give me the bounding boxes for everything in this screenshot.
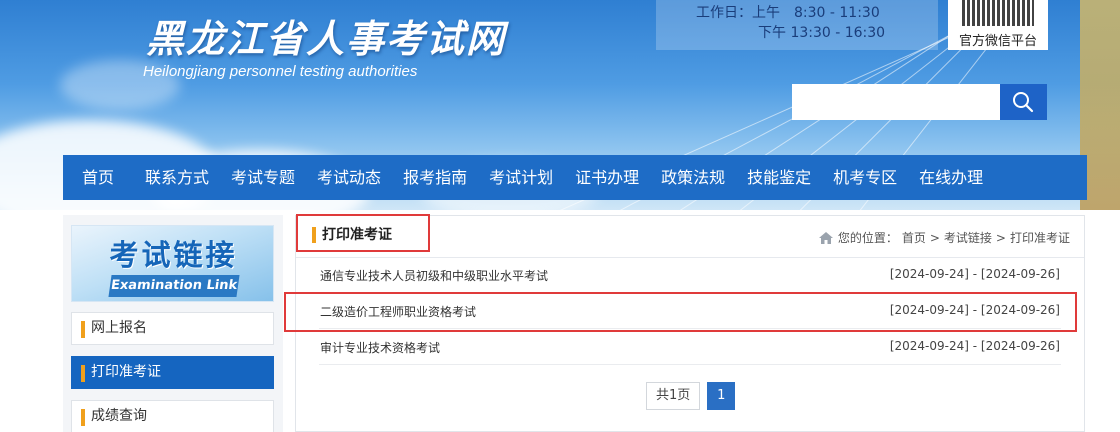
exam-link[interactable]: 通信专业技术人员初级和中级职业水平考试: [320, 267, 548, 284]
sidebar: 考试链接 Examination Link 网上报名 打印准考证 成绩查询: [63, 215, 283, 432]
nav-item-computer-exam[interactable]: 机考专区: [822, 155, 908, 200]
breadcrumb-home[interactable]: 首页: [902, 229, 926, 246]
nav-item-exam-news[interactable]: 考试动态: [306, 155, 392, 200]
nav-item-skill-appraisal[interactable]: 技能鉴定: [736, 155, 822, 200]
exam-date: [2024-09-24] - [2024-09-26]: [889, 339, 1060, 353]
nav-item-exam-topics[interactable]: 考试专题: [220, 155, 306, 200]
bullet-marker: [312, 227, 316, 243]
section-title: 打印准考证: [322, 227, 392, 243]
search-icon: [1013, 92, 1034, 113]
breadcrumb: 您的位置： 首页 > 考试链接 > 打印准考证: [818, 229, 1070, 246]
nav-item-online-service[interactable]: 在线办理: [908, 155, 994, 200]
exam-link[interactable]: 审计专业技术资格考试: [320, 339, 440, 356]
breadcrumb-exam-links[interactable]: 考试链接: [944, 229, 992, 246]
nav-item-certificates[interactable]: 证书办理: [564, 155, 650, 200]
nav-item-policies[interactable]: 政策法规: [650, 155, 736, 200]
worktime-morning: 工作日：上午 8:30 - 11:30: [696, 5, 880, 21]
sidebar-item-online-registration[interactable]: 网上报名: [71, 312, 274, 345]
section-title-highlight: 打印准考证: [296, 214, 430, 252]
pagination: 共1页 1: [646, 382, 736, 410]
exam-row: 审计专业技术资格考试 [2024-09-24] - [2024-09-26]: [319, 329, 1061, 365]
site-title: 黑龙江省人事考试网: [146, 16, 507, 61]
content-panel: 打印准考证 您的位置： 首页 > 考试链接 > 打印准考证 通信专业技术人员初级…: [284, 214, 1085, 432]
site-subtitle: Heilongjiang personnel testing authoriti…: [143, 63, 418, 80]
worktime-afternoon: 下午 13:30 - 16:30: [758, 25, 886, 41]
sidebar-item-label: 网上报名: [91, 320, 147, 336]
bullet-marker: [81, 409, 85, 426]
bullet-marker: [81, 321, 85, 338]
exam-date: [2024-09-24] - [2024-09-26]: [889, 267, 1060, 281]
nav-item-contact[interactable]: 联系方式: [134, 155, 220, 200]
row-highlight: [284, 292, 1077, 332]
nav-item-home[interactable]: 首页: [63, 155, 134, 200]
main-nav: 首页 联系方式 考试专题 考试动态 报考指南 考试计划 证书办理 政策法规 技能…: [63, 155, 1087, 200]
qr-code-icon: [962, 0, 1034, 26]
exam-row: 通信专业技术人员初级和中级职业水平考试 [2024-09-24] - [2024…: [319, 257, 1061, 293]
search-button[interactable]: [1000, 84, 1047, 120]
sidebar-banner: 考试链接 Examination Link: [71, 225, 274, 302]
content-header: 打印准考证 您的位置： 首页 > 考试链接 > 打印准考证: [296, 214, 1084, 258]
sidebar-banner-title: 考试链接: [109, 238, 238, 272]
bullet-marker: [81, 365, 85, 382]
nav-item-exam-plan[interactable]: 考试计划: [478, 155, 564, 200]
breadcrumb-separator: >: [929, 230, 940, 245]
qr-label: 官方微信平台: [958, 34, 1037, 49]
page-total: 共1页: [646, 382, 701, 410]
search-input[interactable]: [792, 84, 1000, 120]
home-icon: [818, 231, 833, 244]
sidebar-item-label: 打印准考证: [91, 364, 161, 380]
sidebar-item-print-admission[interactable]: 打印准考证: [71, 356, 274, 389]
nav-item-registration-guide[interactable]: 报考指南: [392, 155, 478, 200]
worktime-panel: 工作日：上午 8:30 - 11:30 下午 13:30 - 16:30: [656, 0, 938, 50]
sidebar-item-label: 成绩查询: [91, 408, 147, 424]
sidebar-banner-subtitle: Examination Link: [108, 275, 240, 297]
wechat-qr[interactable]: 官方微信平台: [948, 0, 1048, 50]
location-label: 您的位置：: [837, 231, 898, 245]
sidebar-item-score-query[interactable]: 成绩查询: [71, 400, 274, 432]
breadcrumb-separator: >: [995, 230, 1006, 245]
breadcrumb-current[interactable]: 打印准考证: [1010, 229, 1070, 246]
page-number-button[interactable]: 1: [707, 382, 736, 410]
